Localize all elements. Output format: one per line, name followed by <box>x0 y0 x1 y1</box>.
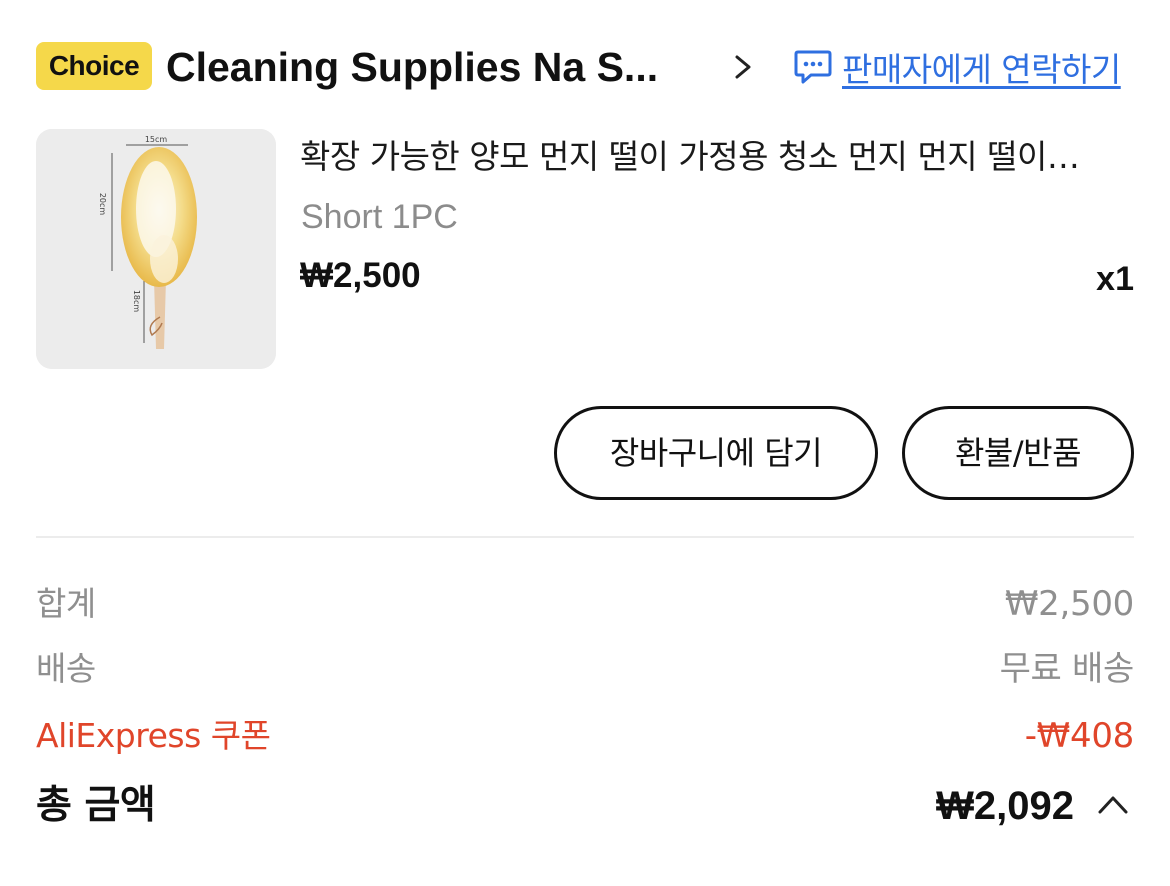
add-to-cart-button[interactable]: 장바구니에 담기 <box>554 406 878 500</box>
refund-return-button[interactable]: 환불/반품 <box>902 406 1134 500</box>
divider <box>36 536 1134 538</box>
store-header: Choice Cleaning Supplies Na S... 판매자에게 연… <box>36 38 1134 96</box>
handle-length-label: 18cm <box>132 290 141 313</box>
shipping-label: 배송 <box>36 649 96 688</box>
chevron-right-icon[interactable] <box>732 53 754 81</box>
contact-seller-link[interactable]: 판매자에게 연락하기 <box>794 44 1121 90</box>
subtotal-value: ₩2,500 <box>1004 584 1134 624</box>
store-name-link[interactable]: Cleaning Supplies Na S... <box>166 38 726 96</box>
head-length-label: 20cm <box>98 193 107 216</box>
duster-image: 15cm 20cm 18cm <box>36 129 276 369</box>
choice-badge: Choice <box>36 42 152 90</box>
product-variant: Short 1PC <box>301 198 458 236</box>
coupon-label: AliExpress 쿠폰 <box>36 716 271 755</box>
product-title[interactable]: 확장 가능한 양모 먼지 떨이 가정용 청소 먼지 먼지 떨이… <box>300 134 1120 180</box>
chevron-up-icon[interactable] <box>1096 792 1130 818</box>
total-label: 총 금액 <box>36 783 156 828</box>
product-image[interactable]: 15cm 20cm 18cm <box>36 129 276 369</box>
total-value: ₩2,092 <box>936 784 1074 828</box>
coupon-value: -₩408 <box>1024 716 1135 756</box>
subtotal-row: 합계 ₩2,500 <box>36 581 1134 627</box>
shipping-row: 배송 무료 배송 <box>36 646 1134 692</box>
product-quantity: x1 <box>1096 260 1134 298</box>
subtotal-label: 합계 <box>36 584 96 623</box>
contact-seller-label: 판매자에게 연락하기 <box>842 50 1121 89</box>
width-dimension-label: 15cm <box>145 135 168 144</box>
shipping-value: 무료 배송 <box>999 649 1135 689</box>
total-row[interactable]: 총 금액 ₩2,092 <box>36 778 1134 834</box>
product-price: ₩2,500 <box>300 256 421 295</box>
coupon-row: AliExpress 쿠폰 -₩408 <box>36 713 1134 759</box>
chat-bubble-icon <box>794 50 832 84</box>
